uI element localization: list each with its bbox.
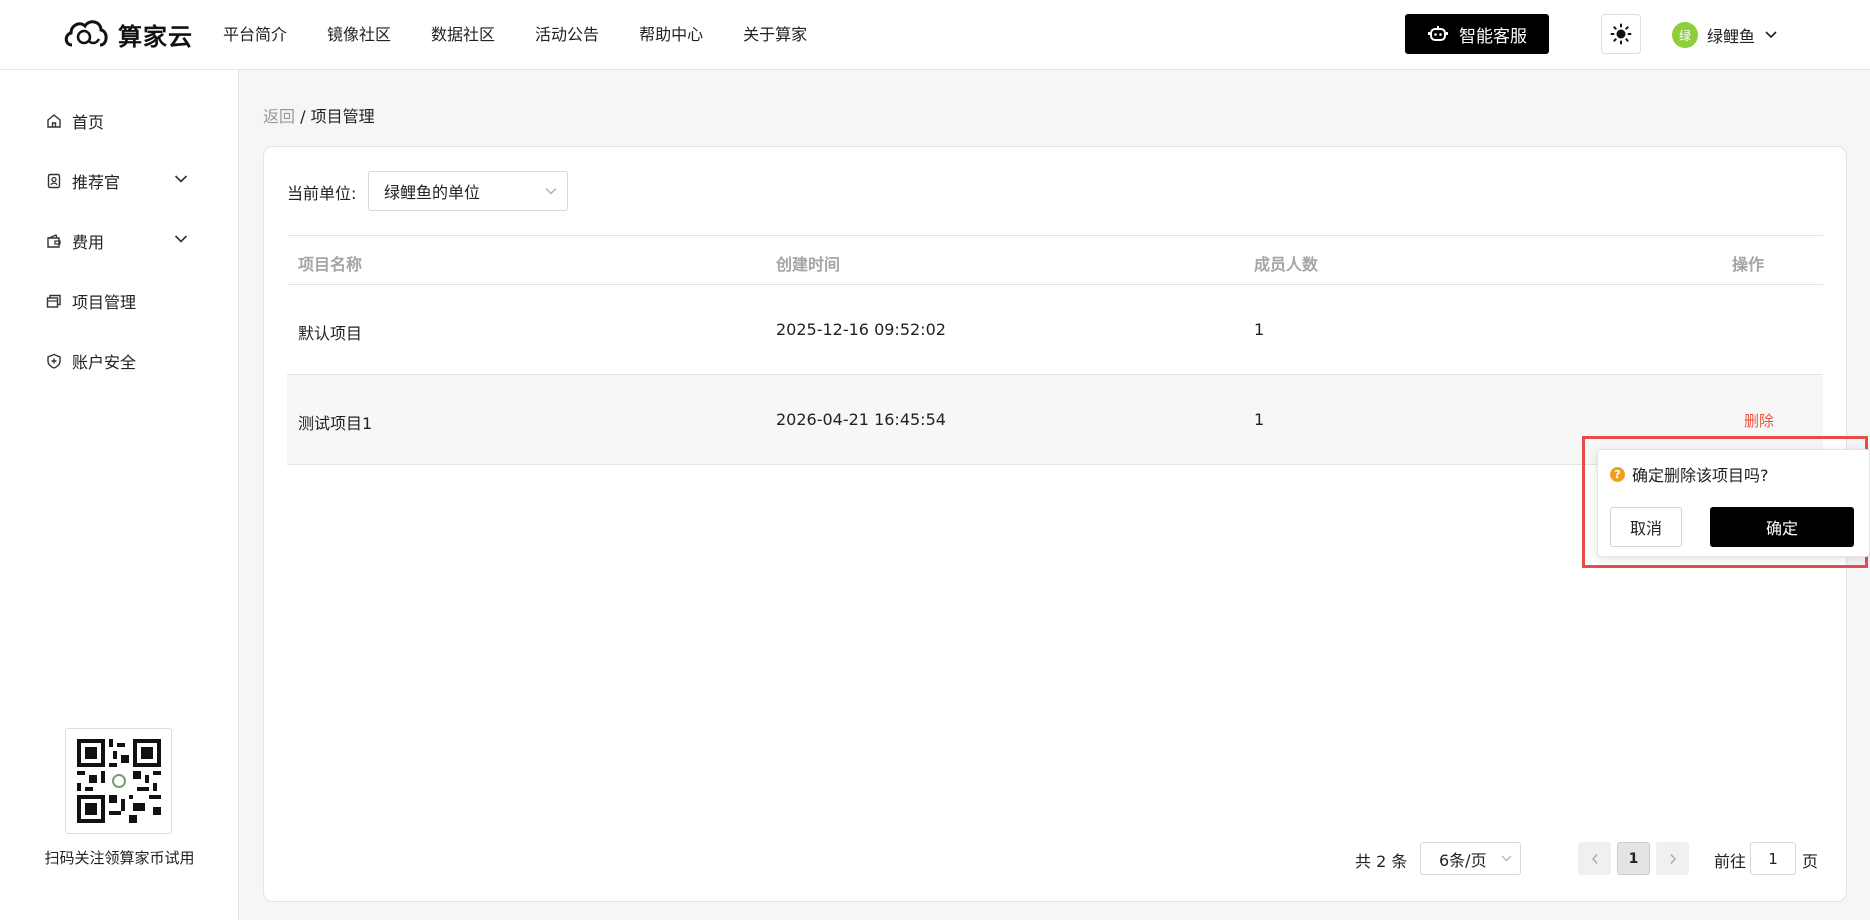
shield-icon	[47, 353, 61, 369]
column-header-actions: 操作	[1732, 255, 1765, 274]
breadcrumb-separator: /	[295, 107, 311, 126]
page-size-select[interactable]: 6条/页	[1420, 842, 1521, 875]
main-nav: 平台简介 镜像社区 数据社区 活动公告 帮助中心 关于算家	[223, 0, 807, 66]
avatar: 绿	[1672, 22, 1698, 48]
sidebar-item-label: 首页	[72, 113, 105, 132]
delete-project-link[interactable]: 删除	[1744, 410, 1774, 431]
next-page-button[interactable]	[1656, 842, 1689, 875]
member-count-cell: 1	[1254, 320, 1265, 339]
user-name: 绿鲤鱼	[1707, 27, 1756, 46]
qr-caption: 扫码关注领算家币试用	[44, 849, 195, 867]
smart-service-label: 智能客服	[1459, 26, 1527, 47]
breadcrumb-back-link[interactable]: 返回	[263, 107, 295, 126]
page-number-current[interactable]: 1	[1617, 842, 1650, 875]
theme-toggle-button[interactable]	[1601, 14, 1641, 54]
chevron-down-icon	[174, 235, 188, 243]
project-name-cell: 默认项目	[298, 324, 363, 343]
breadcrumb-current: 项目管理	[310, 107, 375, 126]
sidebar: 首页 推荐官 费用 项目管理 账户安全 扫码关注领算家币试用	[0, 70, 239, 920]
chevron-down-icon	[1765, 31, 1777, 39]
popconfirm-message: ? 确定删除该项目吗?	[1610, 462, 1769, 486]
top-header: 算家云 平台简介 镜像社区 数据社区 活动公告 帮助中心 关于算家 智能客服 绿…	[0, 0, 1870, 70]
nav-image-community[interactable]: 镜像社区	[327, 21, 391, 45]
folders-icon	[46, 294, 61, 308]
table-header: 项目名称 创建时间 成员人数 操作	[287, 235, 1823, 285]
column-header-members: 成员人数	[1254, 255, 1319, 274]
column-header-created: 创建时间	[776, 255, 841, 274]
unit-label: 当前单位:	[287, 184, 357, 203]
goto-suffix: 页	[1802, 852, 1819, 871]
nav-help-center[interactable]: 帮助中心	[639, 21, 703, 45]
table-row: 默认项目 2025-12-16 09:52:02 1	[287, 285, 1823, 375]
sun-icon	[1610, 23, 1632, 45]
page-size-value: 6条/页	[1439, 850, 1487, 870]
sidebar-item-label: 账户安全	[72, 353, 137, 372]
chevron-left-icon	[1591, 853, 1598, 864]
sidebar-item-projects[interactable]: 项目管理	[46, 286, 196, 316]
goto-page-input[interactable]	[1750, 842, 1796, 875]
question-warning-icon: ?	[1610, 466, 1625, 482]
brand-logo[interactable]: 算家云	[62, 12, 193, 56]
wallet-icon	[47, 234, 61, 248]
project-name-cell: 测试项目1	[298, 414, 373, 433]
chevron-down-icon	[174, 175, 188, 183]
confirm-button[interactable]: 确定	[1710, 507, 1854, 547]
brand-name: 算家云	[118, 22, 193, 51]
chevron-down-icon	[1501, 855, 1512, 862]
cancel-button[interactable]: 取消	[1610, 507, 1682, 547]
created-time-cell: 2026-04-21 16:45:54	[776, 410, 946, 429]
sidebar-item-label: 推荐官	[72, 173, 121, 192]
user-menu[interactable]: 绿 绿鲤鱼	[1672, 20, 1778, 50]
goto-prefix: 前往	[1714, 852, 1747, 871]
unit-select-value: 绿鲤鱼的单位	[384, 183, 481, 202]
home-icon	[47, 114, 61, 128]
sidebar-item-billing[interactable]: 费用	[46, 226, 196, 256]
badge-icon	[47, 173, 61, 189]
prev-page-button[interactable]	[1578, 842, 1611, 875]
popconfirm-text: 确定删除该项目吗?	[1632, 466, 1769, 485]
sidebar-item-label: 项目管理	[72, 293, 137, 312]
sidebar-item-security[interactable]: 账户安全	[46, 346, 196, 376]
sidebar-item-home[interactable]: 首页	[46, 106, 196, 136]
created-time-cell: 2025-12-16 09:52:02	[776, 320, 946, 339]
wechat-qr-code	[65, 728, 172, 834]
sidebar-item-label: 费用	[72, 233, 105, 252]
support-robot-icon	[1428, 26, 1448, 41]
member-count-cell: 1	[1254, 410, 1265, 429]
nav-data-community[interactable]: 数据社区	[431, 21, 495, 45]
chevron-down-icon	[545, 188, 557, 195]
nav-announcements[interactable]: 活动公告	[535, 21, 599, 45]
smart-service-button[interactable]: 智能客服	[1405, 14, 1549, 54]
chevron-right-icon	[1669, 853, 1676, 864]
pagination-total: 共 2 条	[1355, 852, 1408, 871]
breadcrumb: 返回 / 项目管理	[263, 103, 375, 127]
sidebar-item-recommender[interactable]: 推荐官	[46, 166, 196, 196]
unit-select[interactable]: 绿鲤鱼的单位	[368, 171, 568, 211]
delete-popconfirm: ? 确定删除该项目吗? 取消 确定	[1597, 449, 1870, 557]
qr-code-icon	[76, 739, 161, 823]
nav-platform-intro[interactable]: 平台简介	[223, 21, 287, 45]
cloud-logo-icon	[64, 20, 108, 47]
nav-about[interactable]: 关于算家	[743, 21, 807, 45]
column-header-name: 项目名称	[298, 255, 363, 274]
